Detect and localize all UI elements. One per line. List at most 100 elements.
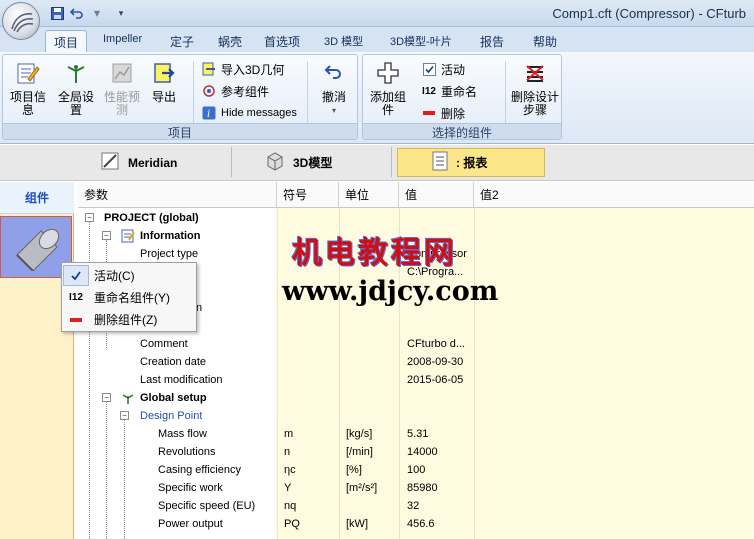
component-panel: 组件 xyxy=(0,182,74,539)
row-label: Specific speed (EU) xyxy=(158,500,256,512)
import-3d-icon xyxy=(201,61,217,77)
table-row[interactable]: Creation date 2008-09-30 xyxy=(78,353,754,371)
group-selected-component-label: 选择的组件 xyxy=(363,123,561,140)
row-label: Casing efficiency xyxy=(158,464,241,476)
row-symbol: PQ xyxy=(284,518,300,530)
tab-help[interactable]: 帮助 xyxy=(525,30,565,52)
row-label: Revolutions xyxy=(158,446,216,458)
row-unit: [m²/s²] xyxy=(346,482,378,494)
menu-item-active[interactable]: 活动(C) xyxy=(63,265,195,286)
report-label: : 报表 xyxy=(456,156,488,170)
column-header-value2[interactable]: 值2 xyxy=(474,182,754,208)
table-row[interactable]: Last modification 2015-06-05 xyxy=(78,371,754,389)
table-row[interactable]: Casing efficiency ηc [%] 100 xyxy=(78,461,754,479)
row-label: Mass flow xyxy=(158,428,207,440)
view-toolbar: Meridian 3D模型 : 报表 xyxy=(0,145,754,181)
active-checkbox[interactable]: 活动 xyxy=(421,59,465,79)
collapse-icon[interactable]: − xyxy=(120,411,129,420)
table-row[interactable]: Mass flow m [kg/s] 5.31 xyxy=(78,425,754,443)
undo-dropdown-icon[interactable]: ▾ xyxy=(311,104,357,117)
tab-impeller[interactable]: Impeller xyxy=(95,30,150,52)
delete-button[interactable]: 删除 xyxy=(421,103,465,123)
menu-item-rename-component[interactable]: I12 重命名组件(Y) xyxy=(63,287,195,308)
row-symbol: nq xyxy=(284,500,297,512)
import-3d-geometry-button[interactable]: 导入3D几何 xyxy=(201,59,284,79)
row-label: Project type xyxy=(140,248,199,260)
row-symbol: Y xyxy=(284,482,292,494)
ribbon-tab-bar: 项目 Impeller 定子 蜗壳 首选项 3D 模型 3D模型-叶片 报告 帮… xyxy=(0,27,754,52)
redo-quick-icon[interactable]: ▾ xyxy=(88,4,106,22)
undo-quick-icon[interactable] xyxy=(68,4,86,22)
tab-report[interactable]: 报告 xyxy=(472,30,512,52)
row-label: PROJECT (global) xyxy=(104,212,199,224)
tab-3d-model[interactable]: 3D 模型 xyxy=(316,30,371,52)
meridian-icon xyxy=(100,151,120,174)
save-icon[interactable] xyxy=(48,4,66,22)
row-label: Information xyxy=(140,230,201,242)
column-header-symbol[interactable]: 符号 xyxy=(277,182,339,208)
menu-item-label: 活动(C) xyxy=(94,269,135,283)
collapse-icon[interactable]: − xyxy=(102,231,111,240)
row-label: Comment xyxy=(140,338,188,350)
delete-design-steps-label: 删除设计步骤 xyxy=(511,90,560,117)
tree-row-design-point[interactable]: − Design Point xyxy=(78,407,754,425)
project-info-button[interactable]: 项目信息 xyxy=(5,59,51,123)
row-value: 85980 xyxy=(407,482,438,494)
row-unit: [kg/s] xyxy=(346,428,373,440)
reference-component-icon xyxy=(201,83,217,99)
table-row[interactable]: Comment CFturbo d... xyxy=(78,335,754,353)
tab-3d-model-blade[interactable]: 3D模型-叶片 xyxy=(382,30,460,52)
row-unit: [/min] xyxy=(346,446,373,458)
row-symbol: n xyxy=(284,446,291,458)
global-settings-label: 全局设置 xyxy=(57,90,94,117)
column-header-unit[interactable]: 单位 xyxy=(339,182,399,208)
collapse-icon[interactable]: − xyxy=(102,393,111,402)
svg-text:i: i xyxy=(207,109,210,120)
report-view-button[interactable]: : 报表 xyxy=(397,148,545,177)
tree-row-global-setup[interactable]: − Global setup xyxy=(78,389,754,407)
rename-label: 重命名 xyxy=(441,84,478,99)
meridian-view-button[interactable]: Meridian xyxy=(90,148,220,177)
window-title: Comp1.cft (Compressor) - CFturb xyxy=(552,6,746,21)
add-component-button[interactable]: 添加组件 xyxy=(365,59,411,123)
tab-stator[interactable]: 定子 xyxy=(162,30,202,52)
table-row[interactable]: Power output PQ [kW] 456.6 xyxy=(78,515,754,533)
hide-messages-label: Hide messages xyxy=(221,107,297,119)
row-value: 2008-09-30 xyxy=(407,356,464,368)
column-header-value[interactable]: 值 xyxy=(399,182,474,208)
row-value: 14000 xyxy=(407,446,438,458)
model-3d-view-button[interactable]: 3D模型 xyxy=(255,148,385,177)
collapse-icon[interactable]: − xyxy=(85,213,94,222)
tab-preferences[interactable]: 首选项 xyxy=(256,30,308,52)
meridian-label: Meridian xyxy=(128,155,178,170)
customize-quick-access-icon[interactable]: ▾ xyxy=(112,4,130,22)
report-list-icon xyxy=(432,151,448,174)
performance-preview-button[interactable]: 性能预测 xyxy=(99,59,145,123)
grid-header: 参数 符号 单位 值 值2 xyxy=(78,182,754,208)
column-header-param[interactable]: 参数 xyxy=(78,182,277,208)
tab-volute[interactable]: 蜗壳 xyxy=(210,30,250,52)
reference-component-button[interactable]: 参考组件 xyxy=(201,81,269,101)
hide-messages-button[interactable]: i Hide messages xyxy=(201,103,297,123)
undo-icon xyxy=(320,59,348,87)
performance-chart-icon xyxy=(108,59,136,87)
watermark-url: www.jdjcy.com xyxy=(282,276,499,307)
table-row[interactable]: Specific work Y [m²/s²] 85980 xyxy=(78,479,754,497)
tab-project[interactable]: 项目 xyxy=(45,30,88,52)
row-label: Specific work xyxy=(158,482,223,494)
export-button[interactable]: 导出 xyxy=(141,59,187,123)
menu-item-delete-component[interactable]: 删除组件(Z) xyxy=(63,309,195,330)
delete-design-steps-button[interactable]: 删除设计步骤 xyxy=(511,59,559,123)
row-value: CFturbo d... xyxy=(407,338,466,350)
row-value: 32 xyxy=(407,500,420,512)
rename-button[interactable]: I12 重命名 xyxy=(421,81,477,101)
undo-button[interactable]: 撤消 ▾ xyxy=(311,59,357,123)
global-settings-button[interactable]: 全局设置 xyxy=(53,59,99,123)
table-row[interactable]: Specific speed (EU) nq 32 xyxy=(78,497,754,515)
application-menu-button[interactable] xyxy=(2,2,40,40)
row-unit xyxy=(346,497,402,515)
tree-row-project[interactable]: − PROJECT (global) xyxy=(78,209,754,227)
table-row[interactable]: Revolutions n [/min] 14000 xyxy=(78,443,754,461)
reference-component-label: 参考组件 xyxy=(221,84,270,99)
ribbon-group-project: 项目信息 全局设置 性能预测 导出 导入3D几何 参考组件 i Hide mes… xyxy=(2,54,358,140)
